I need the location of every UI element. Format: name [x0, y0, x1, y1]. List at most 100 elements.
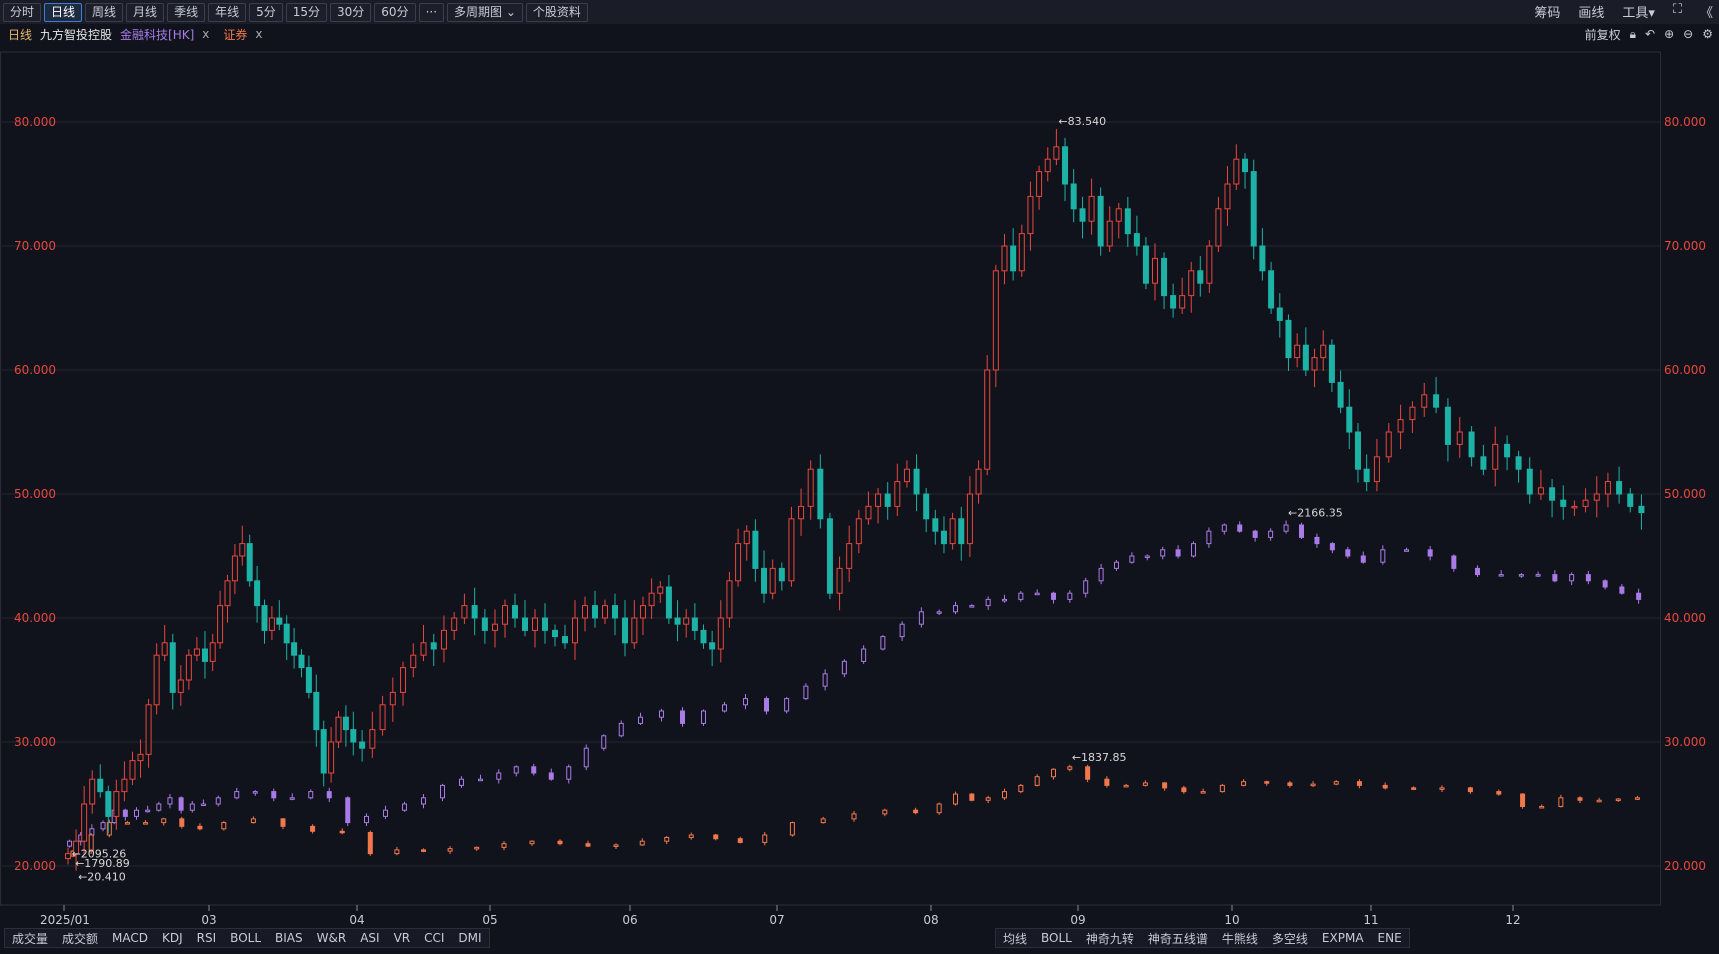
main-candle: [1161, 257, 1168, 297]
main-candle: [121, 778, 128, 793]
indicator-tab-w&r[interactable]: W&R: [310, 931, 354, 945]
legend-stock[interactable]: 九方智投控股: [40, 26, 112, 43]
indicator-tab-牛熊线[interactable]: 牛熊线: [1215, 930, 1265, 947]
main-candle: [903, 468, 910, 483]
main-candle: [1311, 357, 1318, 371]
annotation-idx1-high: ←2166.35: [1288, 507, 1343, 520]
indicator-tab-kdj[interactable]: KDJ: [155, 931, 190, 945]
main-candle: [1115, 208, 1122, 222]
index1-candle: [1360, 555, 1366, 563]
period-tab-1[interactable]: 日线: [44, 2, 83, 22]
index2-candle: [913, 809, 919, 814]
period-tab-7[interactable]: 15分: [285, 2, 328, 22]
index1-candle: [1518, 574, 1524, 577]
index1-candle: [936, 611, 942, 614]
legend-index2[interactable]: 证券: [223, 26, 247, 43]
main-candle: [268, 617, 275, 631]
indicator-tab-boll[interactable]: BOLL: [1034, 931, 1079, 945]
period-tab-2[interactable]: 周线: [85, 2, 124, 22]
annotation-main-low: ←20.410: [78, 871, 126, 884]
gear-icon[interactable]: ⚙: [1702, 27, 1713, 41]
index1-candle: [402, 803, 407, 811]
chips-button[interactable]: 筹码: [1534, 2, 1560, 21]
period-tab-11[interactable]: 多周期图 ⌄: [447, 2, 523, 22]
zoom-out-icon[interactable]: ⊖: [1683, 27, 1693, 41]
legend-index1[interactable]: 金融科技[HK]: [120, 26, 194, 43]
main-candle: [129, 760, 136, 780]
indicator-tab-dmi[interactable]: DMI: [451, 931, 488, 945]
period-tab-6[interactable]: 5分: [249, 2, 283, 22]
draw-button[interactable]: 画线: [1578, 2, 1604, 21]
main-candle: [923, 493, 930, 520]
indicator-tab-神奇五线谱[interactable]: 神奇五线谱: [1141, 930, 1215, 947]
adjust-button[interactable]: 前复权: [1585, 26, 1621, 43]
period-tab-8[interactable]: 30分: [330, 2, 372, 22]
zoom-in-icon[interactable]: ⊕: [1664, 27, 1674, 41]
main-candle: [305, 667, 312, 693]
indicator-tab-vr[interactable]: VR: [387, 931, 418, 945]
legend-index1-close[interactable]: x: [202, 27, 209, 41]
main-candle: [1593, 493, 1600, 501]
index1-candle: [822, 673, 828, 687]
index1-candle: [167, 797, 173, 805]
main-candle: [1616, 481, 1623, 495]
main-candle: [153, 654, 160, 706]
indicator-tab-cci[interactable]: CCI: [417, 931, 451, 945]
indicator-tab-ene[interactable]: ENE: [1371, 931, 1409, 945]
main-candle: [788, 518, 795, 582]
x-tick-label: 12: [1505, 913, 1520, 926]
index2-candle: [639, 840, 645, 846]
main-candle: [1079, 208, 1086, 222]
indicator-tab-成交量[interactable]: 成交量: [5, 930, 55, 947]
main-candle: [572, 617, 578, 644]
lock-icon[interactable]: 🔒︎: [1630, 27, 1636, 42]
main-candle: [735, 543, 742, 582]
period-tab-9[interactable]: 60分: [374, 2, 416, 22]
period-tab-3[interactable]: 月线: [126, 2, 165, 22]
index1-candle: [308, 791, 314, 799]
index2-candle: [1104, 778, 1110, 786]
period-tab-4[interactable]: 季线: [167, 2, 206, 22]
indicator-tab-asi[interactable]: ASI: [353, 931, 386, 945]
collapse-icon[interactable]: 《: [1700, 2, 1713, 21]
main-candle: [975, 468, 982, 495]
indicator-tab-boll[interactable]: BOLL: [223, 931, 268, 945]
main-candle: [665, 586, 672, 619]
index1-candle: [548, 772, 554, 780]
main-candle: [532, 617, 538, 631]
y-tick-left: 30.000: [14, 735, 56, 749]
period-tab-0[interactable]: 分时: [3, 2, 42, 22]
main-candle: [1320, 344, 1327, 359]
legend-index2-close[interactable]: x: [255, 27, 262, 41]
main-candle: [1409, 406, 1416, 421]
main-candle: [320, 729, 327, 774]
indicator-tab-成交额[interactable]: 成交额: [55, 930, 105, 947]
index2-candle: [985, 797, 991, 801]
main-candle: [1036, 171, 1043, 197]
indicator-tab-均线[interactable]: 均线: [996, 930, 1034, 947]
period-tab-5[interactable]: 年线: [208, 2, 247, 22]
main-candle: [430, 642, 437, 650]
main-candle: [185, 654, 192, 681]
indicator-tab-expma[interactable]: EXPMA: [1315, 931, 1371, 945]
indicator-tab-macd[interactable]: MACD: [105, 931, 155, 945]
indicator-tab-bias[interactable]: BIAS: [268, 931, 310, 945]
main-candle: [1346, 406, 1353, 433]
tools-menu[interactable]: 工具▾: [1622, 2, 1655, 21]
undo-icon[interactable]: ↶: [1645, 27, 1655, 41]
indicator-tab-rsi[interactable]: RSI: [190, 931, 224, 945]
index1-candle: [1404, 549, 1409, 552]
main-candle: [966, 493, 973, 545]
main-candle: [875, 493, 882, 507]
fullscreen-icon[interactable]: ⛶: [1673, 2, 1682, 21]
index2-candle: [737, 838, 743, 843]
period-tab-12[interactable]: 个股资料: [525, 2, 588, 22]
index1-candle: [1144, 555, 1150, 558]
indicator-tab-多空线[interactable]: 多空线: [1265, 930, 1315, 947]
y-tick-right: 50.000: [1664, 487, 1706, 501]
main-candle: [700, 629, 707, 644]
y-tick-right: 30.000: [1664, 735, 1706, 749]
candlestick-chart[interactable]: 80.000 80.000 70.000 70.000 60.000 60.000 50.0…: [0, 44, 1719, 926]
indicator-tab-神奇九转[interactable]: 神奇九转: [1079, 930, 1141, 947]
period-tab-10[interactable]: ···: [418, 2, 445, 22]
